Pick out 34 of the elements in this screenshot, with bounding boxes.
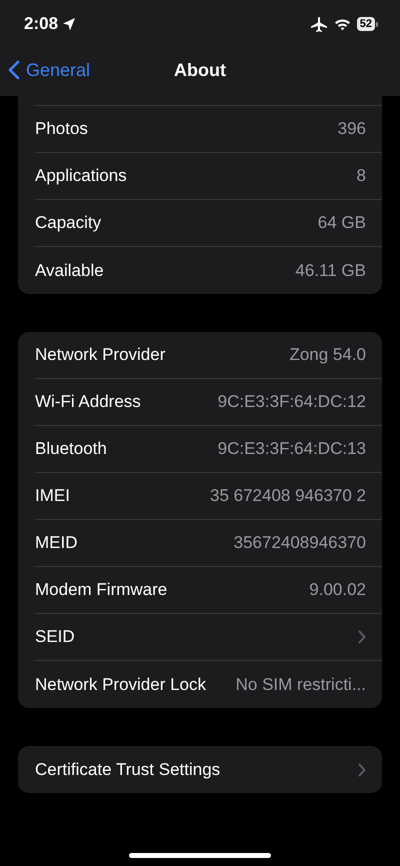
row-label: Bluetooth (35, 439, 107, 459)
row-label: Available (35, 260, 104, 280)
row-value: 396 (338, 119, 366, 139)
airplane-icon (310, 16, 328, 32)
row-value: 8 (356, 166, 366, 186)
row-value: 9C:E3:3F:64:DC:13 (218, 439, 366, 459)
page-title: About (174, 60, 226, 80)
row-label: Wi-Fi Address (35, 392, 141, 412)
row-label: Modem Firmware (35, 580, 168, 600)
row-value: 35672408946370 (234, 533, 366, 553)
row-label: IMEI (35, 486, 70, 506)
row-value: Zong 54.0 (289, 345, 366, 365)
row-label: Applications (35, 166, 127, 186)
row-label: MEID (35, 533, 78, 553)
status-time: 2:08 (24, 14, 58, 34)
row-label: Network Provider Lock (35, 674, 206, 694)
row-value: 9C:E3:3F:64:DC:12 (218, 392, 366, 412)
row-value: No SIM restricti... (236, 674, 366, 694)
chevron-left-icon (8, 60, 20, 80)
battery-level: 52 (356, 17, 375, 31)
row-label[interactable]: Certificate Trust Settings (35, 760, 220, 780)
chevron-right-icon (358, 762, 366, 776)
row-value: 46.11 GB (295, 260, 366, 280)
row-label[interactable]: SEID (35, 627, 75, 647)
chevron-right-icon (358, 630, 366, 644)
row-label: Photos (35, 119, 88, 139)
wifi-icon (334, 18, 351, 30)
row-value: 64 GB (318, 213, 366, 233)
row-label: Capacity (35, 213, 102, 233)
row-value: 35 672408 946370 2 (210, 486, 366, 506)
row-label: Network Provider (35, 345, 166, 365)
back-button[interactable]: General (0, 60, 90, 80)
location-arrow-icon (62, 17, 76, 31)
row-value: 9.00.02 (309, 580, 366, 600)
